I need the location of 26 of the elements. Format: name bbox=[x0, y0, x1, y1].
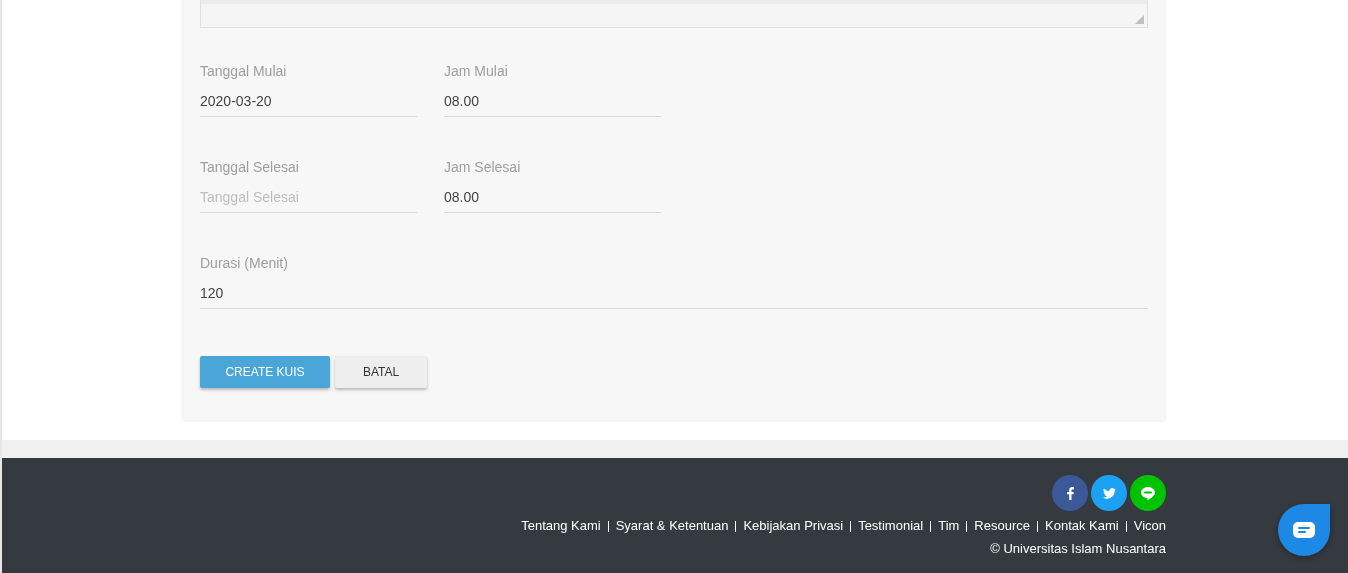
twitter-icon[interactable] bbox=[1091, 475, 1127, 511]
field-label: Tanggal Mulai bbox=[200, 62, 287, 81]
field-label: Jam Mulai bbox=[444, 62, 508, 81]
input-field[interactable]: 120 bbox=[200, 283, 1148, 309]
input-field[interactable]: 2020-03-20 bbox=[200, 91, 417, 117]
footer-link[interactable]: Vicon bbox=[1133, 516, 1166, 536]
facebook-icon[interactable] bbox=[1052, 475, 1088, 511]
footer-link[interactable]: Testimonial bbox=[858, 516, 924, 536]
footer-link[interactable]: Syarat & Ketentuan bbox=[615, 516, 729, 536]
footer-link[interactable]: Tim bbox=[938, 516, 960, 536]
field-label: Durasi (Menit) bbox=[200, 254, 288, 273]
footer-link[interactable]: Kontak Kami bbox=[1045, 516, 1119, 536]
input-field[interactable]: Tanggal Selesai bbox=[200, 187, 417, 213]
input-field[interactable]: 08.00 bbox=[444, 187, 661, 213]
input-field[interactable]: 08.00 bbox=[444, 91, 661, 117]
copyright-text: © Universitas Islam Nusantara bbox=[990, 540, 1166, 558]
footer-link[interactable]: Tentang Kami bbox=[521, 516, 601, 536]
field-label: Tanggal Selesai bbox=[200, 158, 299, 177]
resize-handle-icon[interactable] bbox=[1135, 15, 1144, 24]
field-label: Jam Selesai bbox=[444, 158, 521, 177]
message-icon bbox=[1293, 522, 1315, 538]
chat-button[interactable] bbox=[1278, 504, 1330, 556]
footer-link[interactable]: Kebijakan Privasi bbox=[743, 516, 844, 536]
footer-link[interactable]: Resource bbox=[974, 516, 1030, 536]
chat-bubble-icon[interactable] bbox=[1130, 475, 1166, 511]
cancel-button[interactable]: BATAL bbox=[335, 356, 427, 388]
